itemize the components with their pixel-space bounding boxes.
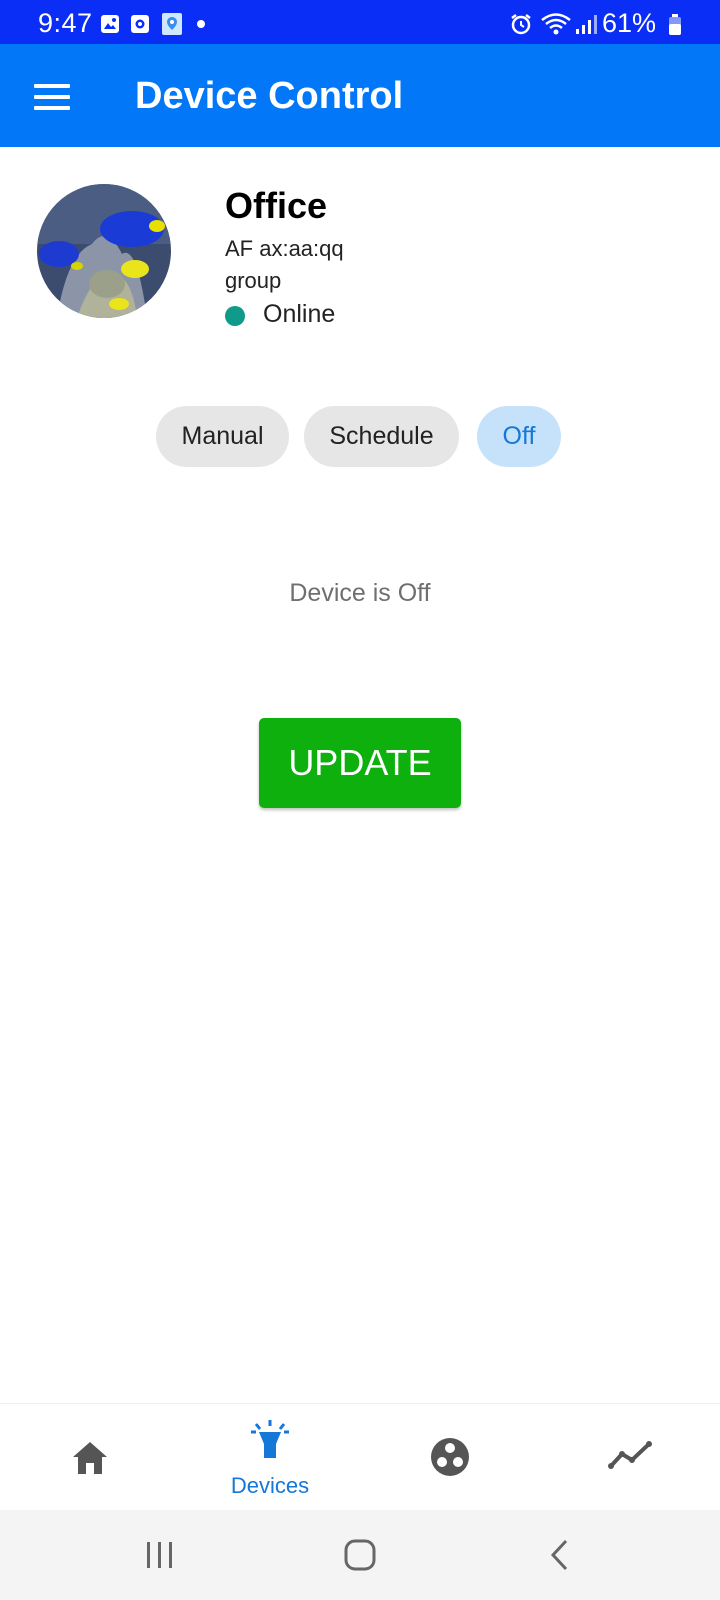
recent-apps-button[interactable] [120, 1510, 200, 1600]
image-icon [101, 15, 119, 33]
device-id: AF ax:aa:qq [225, 236, 344, 261]
mode-manual-chip[interactable]: Manual [156, 406, 289, 467]
back-button[interactable] [520, 1510, 600, 1600]
status-bar: 9:47 61% [0, 0, 720, 44]
wifi-icon [541, 13, 571, 35]
devices-lamp-icon [251, 1420, 289, 1458]
nav-devices[interactable]: Devices [220, 1404, 320, 1510]
device-avatar [37, 184, 171, 318]
trend-chart-icon [608, 1441, 652, 1469]
page-title: Device Control [135, 75, 404, 117]
system-nav-bar [0, 1510, 720, 1600]
battery-percent: 61% [602, 8, 657, 38]
device-name: Office [225, 185, 328, 226]
location-app-icon [162, 13, 182, 35]
dot-icon [197, 20, 205, 28]
bottom-nav: Devices [0, 1403, 720, 1509]
mode-off-chip[interactable]: Off [477, 406, 561, 467]
status-time: 9:47 [38, 8, 93, 38]
alarm-icon [511, 14, 531, 35]
update-button[interactable]: UPDATE [259, 718, 461, 808]
battery-icon [669, 14, 681, 35]
device-group: group [225, 268, 282, 293]
device-state-text: Device is Off [289, 579, 431, 607]
online-status-icon [225, 306, 245, 326]
app-bar: Device Control [0, 44, 720, 147]
device-status: Online [263, 300, 336, 328]
menu-icon[interactable] [34, 84, 70, 110]
system-home-button[interactable] [320, 1510, 400, 1600]
aquarium-fish-photo [37, 184, 171, 318]
back-icon [550, 1539, 568, 1571]
groups-icon [431, 1438, 469, 1476]
nav-groups[interactable] [405, 1404, 495, 1510]
home-icon [73, 1442, 107, 1474]
home-circle-icon [344, 1539, 376, 1571]
signal-icon [576, 15, 597, 34]
nav-trends[interactable] [585, 1404, 675, 1510]
mode-schedule-chip[interactable]: Schedule [304, 406, 459, 467]
recent-apps-icon [147, 1542, 172, 1568]
nav-home[interactable] [45, 1404, 135, 1510]
nav-devices-label: Devices [230, 1473, 310, 1498]
media-icon [131, 15, 149, 33]
